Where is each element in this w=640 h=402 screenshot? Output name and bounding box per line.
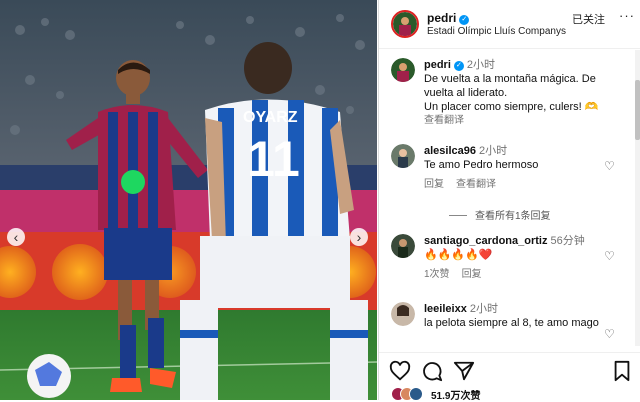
location-link[interactable]: Estadi Olímpic Lluís Companys — [427, 26, 566, 37]
post-side-panel: pedri ✓ Estadi Olímpic Lluís Companys 已关注… — [378, 0, 640, 402]
translate-link[interactable]: 查看翻译 — [456, 179, 496, 190]
caption-username[interactable]: pedri — [424, 59, 451, 71]
comment-likes[interactable]: 1次赞 — [424, 269, 450, 280]
more-options-icon[interactable]: ··· — [619, 8, 635, 23]
comment-icon[interactable] — [421, 360, 443, 382]
comments-scrollbar[interactable] — [635, 50, 640, 346]
comment-username[interactable]: leeileixx — [424, 303, 467, 315]
chevron-right-icon: › — [356, 229, 362, 245]
comment-text: Te amo Pedro hermoso — [424, 159, 539, 171]
reply-button[interactable]: 回复 — [462, 269, 482, 280]
chevron-left-icon: ‹ — [13, 229, 19, 245]
post-photo: OYARZ 11 ‹ › — [0, 0, 377, 400]
comment-text: la pelota siempre al 8, te amo mago — [424, 317, 599, 329]
comments-list[interactable]: pedri ✓ 2小时 De vuelta a la montaña mágica.… — [379, 50, 635, 346]
caption-text: De vuelta a la montaña mágica. De vuelta… — [424, 73, 596, 99]
comment-time: 56分钟 — [550, 235, 585, 247]
like-comment-icon[interactable]: ♡ — [604, 327, 615, 341]
comment-username[interactable]: alesilca96 — [424, 145, 476, 157]
player-back-number: 11 — [247, 131, 300, 187]
post-actions: 51.9万次赞 — [379, 352, 640, 402]
author-username[interactable]: pedri ✓ — [427, 11, 470, 25]
scrollbar-thumb[interactable] — [635, 80, 640, 140]
like-icon[interactable] — [389, 360, 411, 382]
following-button[interactable]: 已关注 — [572, 11, 605, 27]
caption-text-line-2: Un placer como siempre, culers! 🫶 — [424, 101, 599, 113]
comment-time: 2小时 — [479, 145, 508, 157]
view-replies-link[interactable]: 查看所有1条回复 — [449, 207, 551, 222]
previous-photo-button[interactable]: ‹ — [7, 228, 25, 246]
verified-icon: ✓ — [459, 15, 470, 25]
save-icon[interactable] — [611, 360, 633, 382]
like-comment-icon[interactable]: ♡ — [604, 249, 615, 263]
share-icon[interactable] — [453, 360, 475, 382]
comment-text: 🔥🔥🔥🔥❤️ — [424, 249, 493, 261]
match-photo: OYARZ 11 — [0, 0, 377, 400]
comment-username[interactable]: santiago_cardona_ortiz — [424, 235, 547, 247]
player-back-name: OYARZ — [243, 109, 298, 126]
next-photo-button[interactable]: › — [350, 228, 368, 246]
commenter-avatar[interactable] — [391, 144, 415, 168]
post-header: pedri ✓ Estadi Olímpic Lluís Companys 已关注… — [379, 0, 640, 49]
caption-avatar[interactable] — [391, 58, 415, 82]
like-comment-icon[interactable]: ♡ — [604, 159, 615, 173]
commenter-avatar[interactable] — [391, 302, 415, 326]
comment-time: 2小时 — [469, 303, 498, 315]
verified-icon: ✓ — [453, 61, 464, 71]
commenter-avatar[interactable] — [391, 234, 415, 258]
caption-translate-link[interactable]: 查看翻译 — [424, 114, 604, 128]
liker-avatar — [409, 387, 423, 401]
caption-time: 2小时 — [466, 59, 496, 71]
author-avatar[interactable] — [391, 10, 419, 38]
reply-button[interactable]: 回复 — [424, 179, 444, 190]
